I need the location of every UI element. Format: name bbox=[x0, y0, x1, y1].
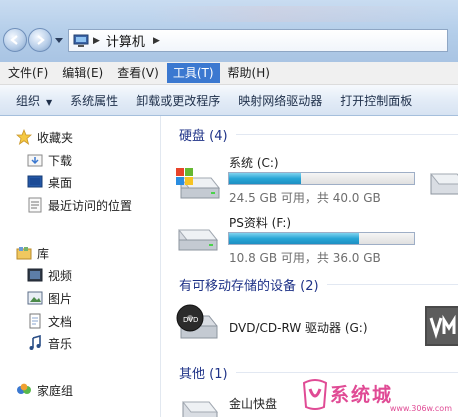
address-bar[interactable]: ▶ 计算机 ▶ bbox=[68, 29, 448, 52]
back-button[interactable] bbox=[3, 28, 27, 52]
drive-c-name[interactable]: 系统 (C:) bbox=[229, 154, 279, 171]
breadcrumb-separator-icon[interactable]: ▶ bbox=[93, 36, 100, 46]
nav-documents[interactable]: 文档 bbox=[27, 312, 72, 330]
nav-downloads[interactable]: 下载 bbox=[27, 151, 72, 169]
arrow-left-icon bbox=[10, 35, 18, 45]
forward-button[interactable] bbox=[28, 28, 52, 52]
computer-icon bbox=[73, 34, 89, 47]
recent-pages-dropdown[interactable] bbox=[54, 36, 64, 46]
uninstall-program-button[interactable]: 卸载或更改程序 bbox=[127, 92, 229, 109]
group-title: 硬盘 (4) bbox=[179, 128, 228, 144]
drive-c-free-space: 24.5 GB 可用，共 40.0 GB bbox=[229, 191, 381, 205]
nav-documents-label: 文档 bbox=[48, 314, 73, 329]
drive-c-usage-bar bbox=[228, 172, 415, 185]
chevron-down-icon: ▼ bbox=[46, 97, 53, 107]
nav-homegroup-label: 家庭组 bbox=[37, 383, 74, 398]
nav-videos-label: 视频 bbox=[48, 268, 73, 283]
menu-tools[interactable]: 工具(T) bbox=[166, 63, 220, 83]
nav-libraries-label: 库 bbox=[37, 246, 50, 261]
recent-places-icon bbox=[27, 197, 43, 213]
nav-desktop[interactable]: 桌面 bbox=[27, 173, 72, 191]
svg-text:DVD: DVD bbox=[183, 316, 198, 324]
organize-button[interactable]: 组织 ▼ bbox=[0, 92, 61, 109]
dvd-drive-icon[interactable]: DVD bbox=[175, 302, 223, 344]
watermark-icon bbox=[302, 378, 328, 410]
system-properties-button[interactable]: 系统属性 bbox=[61, 92, 127, 109]
navigation-pane: 收藏夹 下载 桌面 最近访问的位置 库 视频 图片 文档 音乐 家庭组 bbox=[0, 116, 161, 417]
nav-videos[interactable]: 视频 bbox=[27, 266, 72, 284]
nav-music[interactable]: 音乐 bbox=[27, 334, 72, 352]
nav-desktop-label: 桌面 bbox=[48, 175, 73, 190]
map-network-drive-button[interactable]: 映射网络驱动器 bbox=[229, 92, 331, 109]
menu-help[interactable]: 帮助(H) bbox=[222, 63, 276, 83]
desktop-icon bbox=[27, 174, 43, 190]
system-drive-icon[interactable] bbox=[175, 160, 221, 204]
menu-file[interactable]: 文件(F) bbox=[2, 63, 54, 83]
watermark-text: 系统城 bbox=[330, 384, 394, 406]
breadcrumb-separator-icon[interactable]: ▶ bbox=[153, 36, 160, 46]
nav-favorites-label: 收藏夹 bbox=[37, 130, 74, 145]
group-header-hard-disks[interactable]: 硬盘 (4) bbox=[179, 124, 458, 144]
document-library-icon bbox=[27, 313, 43, 329]
nav-recent-places[interactable]: 最近访问的位置 bbox=[27, 196, 132, 214]
music-library-icon bbox=[27, 335, 43, 351]
picture-library-icon bbox=[27, 290, 43, 306]
folder-download-icon bbox=[27, 152, 43, 168]
nav-favorites[interactable]: 收藏夹 bbox=[16, 128, 73, 146]
arrow-right-icon bbox=[37, 35, 45, 45]
group-header-removable[interactable]: 有可移动存储的设备 (2) bbox=[179, 274, 458, 294]
drive-f-usage-bar bbox=[228, 232, 415, 245]
cloud-drive-icon[interactable] bbox=[179, 392, 219, 417]
breadcrumb-computer[interactable]: 计算机 bbox=[106, 31, 145, 50]
homegroup-icon bbox=[16, 382, 32, 398]
organize-label: 组织 bbox=[16, 93, 41, 108]
nav-libraries[interactable]: 库 bbox=[16, 244, 49, 262]
menu-bar: 文件(F) 编辑(E) 查看(V) 工具(T) 帮助(H) bbox=[0, 62, 458, 85]
library-icon bbox=[16, 245, 32, 261]
watermark-logo: 系统城 www.306w.com bbox=[300, 370, 458, 417]
title-bar: ▶ 计算机 ▶ bbox=[0, 0, 458, 62]
nav-recent-places-label: 最近访问的位置 bbox=[48, 198, 133, 213]
drive-f-icon[interactable] bbox=[175, 220, 221, 256]
menu-view[interactable]: 查看(V) bbox=[111, 63, 165, 83]
background-blur bbox=[150, 6, 450, 22]
nav-music-label: 音乐 bbox=[48, 336, 73, 351]
group-title: 其他 (1) bbox=[179, 366, 228, 382]
drive-f-free-space: 10.8 GB 可用，共 36.0 GB bbox=[229, 251, 381, 265]
drive-g-name[interactable]: DVD/CD-RW 驱动器 (G:) bbox=[229, 319, 368, 336]
divider bbox=[326, 283, 458, 285]
group-title: 有可移动存储的设备 (2) bbox=[179, 278, 319, 294]
watermark-url: www.306w.com bbox=[389, 404, 452, 413]
other-item-name[interactable]: 金山快盘 bbox=[229, 395, 277, 412]
divider bbox=[235, 133, 458, 135]
drive-f-name[interactable]: PS资料 (F:) bbox=[229, 214, 291, 231]
menu-edit[interactable]: 编辑(E) bbox=[56, 63, 109, 83]
open-control-panel-button[interactable]: 打开控制面板 bbox=[331, 92, 421, 109]
command-bar: 组织 ▼ 系统属性 卸载或更改程序 映射网络驱动器 打开控制面板 bbox=[0, 85, 458, 116]
star-icon bbox=[16, 129, 32, 145]
drive-icon[interactable] bbox=[427, 162, 458, 198]
nav-pictures-label: 图片 bbox=[48, 291, 73, 306]
nav-pictures[interactable]: 图片 bbox=[27, 289, 72, 307]
drive-f-usage-fill bbox=[229, 233, 359, 244]
video-library-icon bbox=[27, 267, 43, 283]
nav-homegroup[interactable]: 家庭组 bbox=[16, 381, 73, 399]
chevron-down-icon bbox=[55, 38, 63, 43]
nav-downloads-label: 下载 bbox=[48, 153, 73, 168]
virtual-drive-icon[interactable] bbox=[425, 306, 458, 346]
drive-c-usage-fill bbox=[229, 173, 302, 184]
